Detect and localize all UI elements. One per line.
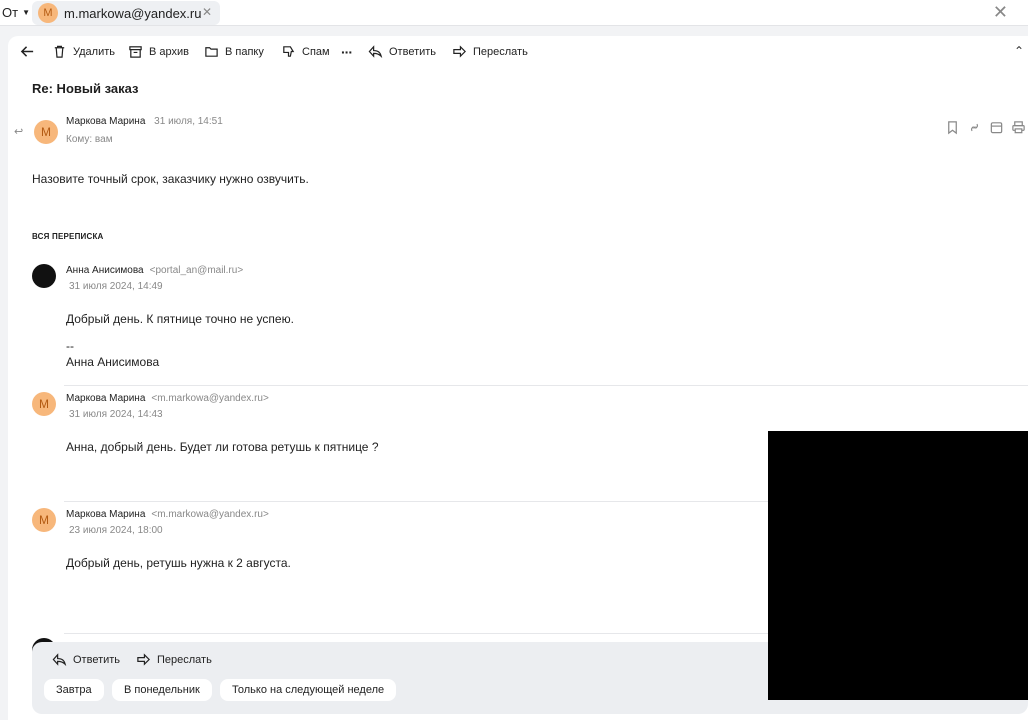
sender-email: <m.markowa@yandex.ru> [151,509,269,520]
message-body: Добрый день. К пятнице точно не успею. [66,312,294,326]
forward-icon [137,653,150,666]
message-date: 31 июля 2024, 14:43 [69,409,163,420]
forward-label: Переслать [157,653,212,666]
sender-email: <m.markowa@yandex.ru> [151,393,269,404]
more-icon: ··· [341,44,353,60]
reply-label: Ответить [389,45,437,58]
archive-label: В архив [149,45,189,58]
forward-button[interactable]: Переслать [452,44,528,59]
forward-icon [453,45,466,58]
message-body: Назовите точный срок, заказчику нужно оз… [32,172,309,186]
spam-button[interactable]: Спам [281,44,330,59]
folder-move-icon [205,47,218,57]
move-to-folder-button[interactable]: В папку [204,44,264,59]
quick-reply-tomorrow[interactable]: Завтра [44,679,104,701]
message-date: 23 июля 2024, 18:00 [69,525,163,536]
chevron-down-icon: ▼ [22,8,30,17]
message-subject: Re: Новый заказ [32,81,139,96]
bookmark-icon[interactable] [945,120,960,135]
quick-reply-monday[interactable]: В понедельник [112,679,212,701]
redacted-region [768,431,1028,700]
delete-button[interactable]: Удалить [52,44,115,59]
more-button[interactable]: ··· [341,44,353,60]
delete-label: Удалить [73,45,115,58]
folder-label: В папку [225,45,264,58]
recipient-line: Кому: вам [66,134,113,145]
sender-name[interactable]: Маркова Марина 31 июля, 14:51 [66,116,223,127]
message-actions [945,120,1026,135]
avatar: М [32,392,56,416]
thread-sender[interactable]: Анна Анисимова <portal_an@mail.ru> [66,265,243,276]
arrow-left-icon [20,46,34,57]
trash-icon [54,45,65,58]
message-toolbar: Удалить В архив В папку Спам ··· Ответит… [8,36,1028,70]
reply-icon [52,653,67,667]
message-body: Анна, добрый день. Будет ли готова ретуш… [66,440,379,454]
reply-label: Ответить [73,653,121,666]
avatar: М [34,120,58,144]
reply-button[interactable]: Ответить [52,652,120,667]
chip-email: m.markowa@yandex.ru [64,5,202,21]
quick-reply-next-week[interactable]: Только на следующей неделе [220,679,397,701]
thumb-down-icon [283,46,295,57]
spam-label: Спам [302,45,330,58]
forward-button[interactable]: Переслать [136,652,212,667]
link-icon[interactable] [967,120,982,135]
compose-from-bar: От ▼ М m.markowa@yandex.ru ✕ ✕ [0,0,1028,26]
sender-name-text: Маркова Марина [66,393,146,404]
reply-icon [368,45,383,59]
sender-name-text: Маркова Марина [66,116,146,127]
thread-sender[interactable]: Маркова Марина <m.markowa@yandex.ru> [66,509,269,520]
avatar: М [32,508,56,532]
sender-email: <portal_an@mail.ru> [149,265,244,276]
thread-title: ВСЯ ПЕРЕПИСКА [32,232,104,241]
avatar [32,264,56,288]
sender-name-text: Анна Анисимова [66,265,144,276]
collapse-icon[interactable]: ⌃ [1014,44,1024,58]
remove-chip-icon[interactable]: ✕ [202,5,212,19]
message-body: Добрый день, ретушь нужна к 2 августа. [66,556,291,570]
calendar-icon[interactable] [989,120,1004,135]
signature: Анна Анисимова [66,355,160,369]
archive-icon [129,46,142,58]
forward-label: Переслать [473,45,528,58]
message-date: 31 июля, 14:51 [154,116,223,127]
avatar: М [38,3,58,23]
close-icon[interactable]: ✕ [993,2,1008,23]
message-date: 31 июля 2024, 14:49 [69,281,163,292]
replied-icon: ↩ [14,126,24,138]
from-label: От [2,5,19,20]
back-button[interactable] [20,44,35,59]
divider [64,385,1028,386]
print-icon[interactable] [1011,120,1026,135]
signature-separator: -- [66,339,74,353]
sender-name-text: Маркова Марина [66,509,146,520]
from-selector[interactable]: От ▼ [2,5,30,20]
archive-button[interactable]: В архив [128,44,189,59]
from-chip[interactable]: М m.markowa@yandex.ru ✕ [32,1,220,25]
thread-sender[interactable]: Маркова Марина <m.markowa@yandex.ru> [66,393,269,404]
reply-button[interactable]: Ответить [368,44,436,59]
